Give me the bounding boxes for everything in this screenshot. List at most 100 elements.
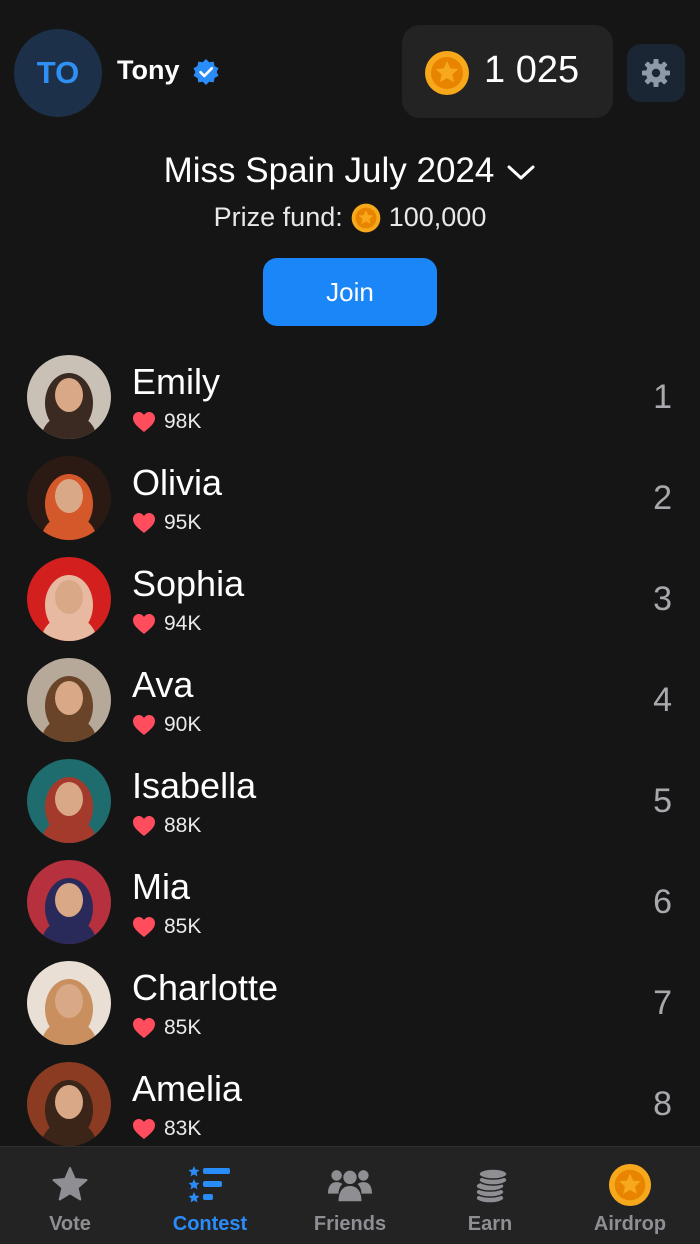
username: Tony xyxy=(117,55,180,85)
nav-airdrop-label: Airdrop xyxy=(593,1213,667,1235)
avatar xyxy=(27,860,111,944)
contest-selector[interactable]: Miss Spain July 2024 xyxy=(0,151,700,191)
leaderboard-list: Emily 98K 1 Olivia 95K 2 Sophia 94K 3 Av… xyxy=(0,348,700,1156)
contestant-photo[interactable] xyxy=(27,355,111,439)
list-item[interactable]: Charlotte 85K 7 xyxy=(0,954,700,1055)
nav-vote[interactable]: Vote xyxy=(0,1147,140,1244)
avatar xyxy=(27,961,111,1045)
nav-friends-label: Friends xyxy=(313,1213,387,1235)
prize-label: Prize fund: xyxy=(213,202,343,232)
nav-contest-label: Contest xyxy=(172,1213,248,1235)
nav-friends[interactable]: Friends xyxy=(280,1147,420,1244)
likes-value: 85K xyxy=(164,1016,202,1039)
list-item[interactable]: Sophia 94K 3 xyxy=(0,550,700,651)
join-button[interactable]: Join xyxy=(263,258,437,326)
contestant-photo[interactable] xyxy=(27,557,111,641)
contestant-photo[interactable] xyxy=(27,961,111,1045)
list-item[interactable]: Emily 98K 1 xyxy=(0,348,700,449)
heart-icon xyxy=(133,614,155,634)
likes-count: 88K xyxy=(132,814,201,838)
list-item[interactable]: Amelia 83K 8 xyxy=(0,1055,700,1156)
nav-airdrop[interactable]: Airdrop xyxy=(560,1147,700,1244)
heart-icon xyxy=(133,1119,155,1139)
rank-number: 1 xyxy=(653,378,672,416)
coin-icon xyxy=(608,1163,652,1207)
likes-count: 94K xyxy=(132,612,201,636)
contestant-name: Amelia xyxy=(132,1068,243,1109)
coin-balance[interactable]: 1 025 xyxy=(402,25,613,118)
rank-number: 2 xyxy=(653,479,672,517)
bottom-nav: Vote Contest Friends Earn Airdrop xyxy=(0,1146,700,1244)
avatar xyxy=(27,355,111,439)
list-item[interactable]: Ava 90K 4 xyxy=(0,651,700,752)
heart-icon xyxy=(133,816,155,836)
rank-number: 6 xyxy=(653,883,672,921)
likes-count: 90K xyxy=(132,713,201,737)
avatar xyxy=(27,557,111,641)
contestant-name: Charlotte xyxy=(132,967,279,1008)
friends-icon xyxy=(328,1170,372,1202)
list-item[interactable]: Mia 85K 6 xyxy=(0,853,700,954)
contestant-name: Emily xyxy=(132,361,220,402)
avatar xyxy=(27,1062,111,1146)
avatar xyxy=(27,456,111,540)
likes-count: 85K xyxy=(132,1016,201,1040)
user-avatar[interactable]: TO xyxy=(14,29,102,117)
prize-value: 100,000 xyxy=(388,202,487,232)
nav-vote-label: Vote xyxy=(49,1213,91,1235)
rank-number: 5 xyxy=(653,782,672,820)
contestant-photo[interactable] xyxy=(27,658,111,742)
settings-button[interactable] xyxy=(627,44,685,102)
contest-title: Miss Spain July 2024 xyxy=(163,151,495,190)
rank-number: 8 xyxy=(653,1085,672,1123)
contestant-name: Isabella xyxy=(132,765,257,806)
nav-contest[interactable]: Contest xyxy=(140,1147,280,1244)
heart-icon xyxy=(133,412,155,432)
likes-value: 85K xyxy=(164,915,202,938)
heart-icon xyxy=(133,1018,155,1038)
nav-earn[interactable]: Earn xyxy=(420,1147,560,1244)
coin-stack-icon xyxy=(475,1168,508,1204)
app-screen: TO Tony 1 025 Miss Spain July 2024 Prize… xyxy=(0,0,700,1244)
avatar xyxy=(27,658,111,742)
contestant-photo[interactable] xyxy=(27,759,111,843)
likes-value: 88K xyxy=(164,814,202,837)
likes-value: 95K xyxy=(164,511,202,534)
likes-value: 83K xyxy=(164,1117,202,1140)
prize-fund: Prize fund: 100,000 xyxy=(0,202,700,233)
coin-balance-value: 1 025 xyxy=(484,49,580,91)
star-icon xyxy=(52,1167,88,1201)
likes-count: 83K xyxy=(132,1117,201,1141)
likes-value: 90K xyxy=(164,713,202,736)
leaderboard-icon xyxy=(188,1166,230,1203)
coin-icon xyxy=(425,51,469,95)
contestant-photo[interactable] xyxy=(27,1062,111,1146)
likes-value: 94K xyxy=(164,612,202,635)
list-item[interactable]: Isabella 88K 5 xyxy=(0,752,700,853)
avatar-initials: TO xyxy=(36,55,80,90)
chevron-down-icon xyxy=(507,165,535,180)
contestant-name: Olivia xyxy=(132,462,223,503)
nav-earn-label: Earn xyxy=(467,1213,513,1235)
verified-badge-icon xyxy=(193,59,219,85)
heart-icon xyxy=(133,513,155,533)
rank-number: 7 xyxy=(653,984,672,1022)
likes-count: 85K xyxy=(132,915,201,939)
coin-icon xyxy=(351,203,381,232)
contestant-name: Ava xyxy=(132,664,194,705)
gear-icon xyxy=(642,59,670,87)
contestant-photo[interactable] xyxy=(27,860,111,944)
likes-value: 98K xyxy=(164,410,202,433)
contestant-photo[interactable] xyxy=(27,456,111,540)
contestant-name: Mia xyxy=(132,866,191,907)
header: TO Tony 1 025 xyxy=(0,0,700,140)
heart-icon xyxy=(133,715,155,735)
likes-count: 95K xyxy=(132,511,201,535)
rank-number: 4 xyxy=(653,681,672,719)
rank-number: 3 xyxy=(653,580,672,618)
heart-icon xyxy=(133,917,155,937)
contestant-name: Sophia xyxy=(132,563,245,604)
likes-count: 98K xyxy=(132,410,201,434)
avatar xyxy=(27,759,111,843)
list-item[interactable]: Olivia 95K 2 xyxy=(0,449,700,550)
